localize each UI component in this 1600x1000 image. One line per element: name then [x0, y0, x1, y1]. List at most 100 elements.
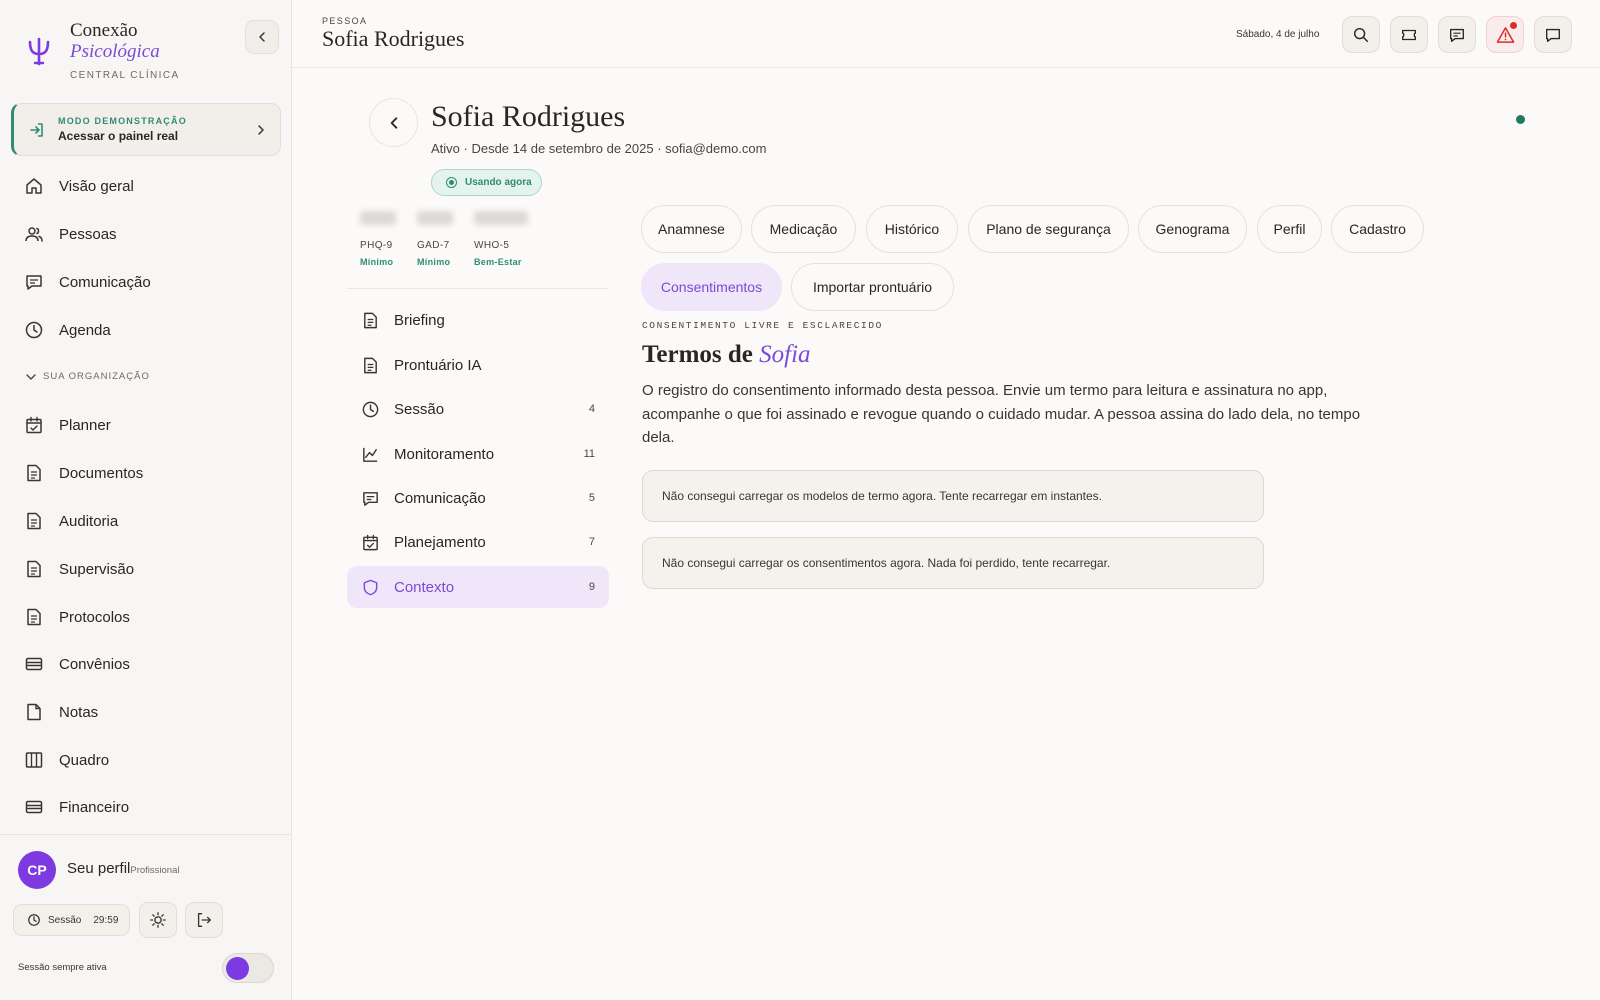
- score-name: PHQ-9: [360, 240, 393, 251]
- subnav-comunicacao[interactable]: Comunicação 5: [347, 477, 609, 519]
- page-title: Sofia Rodrigues: [322, 26, 465, 51]
- sidebar-item-visao-geral[interactable]: Visão geral: [24, 169, 274, 203]
- calendar-check-icon: [26, 416, 42, 434]
- profile-link[interactable]: Seu perfilProfissional: [67, 860, 179, 877]
- always-active-label: Sessão sempre ativa: [18, 962, 107, 973]
- avatar[interactable]: CP: [18, 851, 56, 889]
- alert-indicator: [1510, 22, 1517, 29]
- subnav-label: Briefing: [394, 311, 445, 329]
- section-description: O registro do consentimento informado de…: [642, 382, 1361, 446]
- tab-historico[interactable]: Histórico: [866, 205, 958, 253]
- back-button[interactable]: [369, 98, 418, 147]
- sidebar-item-label: Planner: [59, 416, 111, 434]
- sidebar-item-convenios[interactable]: Convênios: [24, 647, 274, 681]
- subnav-count: 4: [588, 403, 595, 415]
- profile-name: Seu perfil: [67, 860, 131, 877]
- chat-icon: [363, 491, 378, 506]
- sidebar-item-agenda[interactable]: Agenda: [24, 313, 274, 347]
- subnav-label: Sessão: [394, 400, 445, 418]
- chevron-right-icon: [258, 124, 264, 135]
- subnav-planejamento[interactable]: Planejamento 7: [347, 521, 609, 563]
- sidebar-item-label: Documentos: [59, 464, 144, 482]
- org-section-toggle[interactable]: SUA ORGANIZAÇÃO: [26, 371, 150, 382]
- session-timer[interactable]: Sessão 29:59: [13, 904, 130, 936]
- score-value-blurred: [474, 211, 528, 225]
- top-bar: PESSOA Sofia Rodrigues Sábado, 4 de julh…: [292, 0, 1600, 68]
- document-icon: [27, 464, 41, 482]
- sidebar-item-quadro[interactable]: Quadro: [24, 743, 274, 777]
- sidebar-item-label: Convênios: [59, 655, 130, 673]
- divider: [347, 288, 609, 289]
- page-kicker: PESSOA: [322, 16, 368, 26]
- always-active-toggle[interactable]: [222, 953, 274, 983]
- sidebar-item-planner[interactable]: Planner: [24, 408, 274, 442]
- tab-anamnese[interactable]: Anamnese: [641, 205, 742, 253]
- feedback-button[interactable]: [1534, 16, 1572, 53]
- sidebar-divider: [0, 834, 292, 835]
- subnav-prontuario-ia[interactable]: Prontuário IA: [347, 344, 609, 386]
- subnav-contexto[interactable]: Contexto 9: [347, 566, 609, 608]
- sidebar-item-financeiro[interactable]: Financeiro: [24, 790, 274, 824]
- document-icon: [364, 312, 377, 328]
- score-phq9[interactable]: PHQ-9 Mínimo: [360, 211, 396, 267]
- card-icon: [25, 657, 43, 671]
- sidebar: Conexão Psicológica CENTRAL CLÍNICA MODO…: [0, 0, 292, 1000]
- chat-icon: [1450, 28, 1464, 42]
- tab-cadastro[interactable]: Cadastro: [1331, 205, 1424, 253]
- subnav-label: Monitoramento: [394, 445, 495, 463]
- sidebar-item-label: Supervisão: [59, 560, 135, 578]
- subnav-label: Contexto: [394, 578, 455, 596]
- chevron-left-icon: [390, 116, 397, 129]
- tab-importar-prontuario[interactable]: Importar prontuário: [791, 263, 954, 311]
- brand-subtitle: CENTRAL CLÍNICA: [70, 70, 180, 81]
- sun-icon: [150, 912, 166, 928]
- tab-consentimentos[interactable]: Consentimentos: [641, 263, 782, 311]
- session-time: 29:59: [93, 914, 119, 926]
- org-section-label: SUA ORGANIZAÇÃO: [43, 371, 150, 382]
- score-who5[interactable]: WHO-5 Bem-Estar: [474, 211, 528, 267]
- subnav-count: 5: [588, 492, 595, 504]
- alerts-button[interactable]: [1486, 16, 1524, 53]
- person-meta: Ativo · Desde 14 de setembro de 2025 · s…: [431, 141, 767, 156]
- document-icon: [27, 560, 41, 578]
- sidebar-item-label: Protocolos: [59, 608, 130, 626]
- subnav-monitoramento[interactable]: Monitoramento 11: [347, 433, 609, 475]
- sidebar-item-auditoria[interactable]: Auditoria: [24, 504, 274, 538]
- sidebar-item-notas[interactable]: Notas: [24, 695, 274, 729]
- logout-button[interactable]: [185, 902, 223, 938]
- sidebar-item-documentos[interactable]: Documentos: [24, 456, 274, 490]
- sidebar-item-pessoas[interactable]: Pessoas: [24, 217, 274, 251]
- subnav-label: Planejamento: [394, 533, 486, 551]
- status-badge: Usando agora: [431, 169, 542, 196]
- theme-toggle-button[interactable]: [139, 902, 177, 938]
- score-level: Mínimo: [360, 257, 394, 267]
- subnav-briefing[interactable]: Briefing: [347, 299, 609, 341]
- note-icon: [27, 703, 41, 721]
- error-message-consents: Não consegui carregar os consentimentos …: [642, 537, 1264, 589]
- messages-button[interactable]: [1438, 16, 1476, 53]
- current-date: Sábado, 4 de julho: [1236, 29, 1320, 40]
- tab-perfil[interactable]: Perfil: [1257, 205, 1322, 253]
- ticket-button[interactable]: [1390, 16, 1428, 53]
- search-button[interactable]: [1342, 16, 1380, 53]
- profile-role: Profissional: [130, 865, 180, 876]
- radio-dot-icon: [446, 177, 457, 188]
- subnav-sessao[interactable]: Sessão 4: [347, 388, 609, 430]
- brand-name-italic: Psicológica: [70, 41, 160, 62]
- demo-mode-card[interactable]: MODO DEMONSTRAÇÃO Acessar o painel real: [11, 103, 281, 156]
- sidebar-item-comunicacao[interactable]: Comunicação: [24, 265, 274, 299]
- sidebar-item-supervisao[interactable]: Supervisão: [24, 552, 274, 586]
- brand[interactable]: Conexão Psicológica CENTRAL CLÍNICA: [26, 20, 180, 81]
- score-value-blurred: [417, 211, 453, 225]
- document-icon: [27, 608, 41, 626]
- collapse-sidebar-button[interactable]: [245, 20, 279, 54]
- score-gad7[interactable]: GAD-7 Mínimo: [417, 211, 453, 267]
- session-label: Sessão: [48, 914, 82, 926]
- score-level: Mínimo: [417, 257, 451, 267]
- clock-icon: [362, 401, 379, 417]
- tab-plano-de-seguranca[interactable]: Plano de segurança: [968, 205, 1129, 253]
- tab-genograma[interactable]: Genograma: [1138, 205, 1247, 253]
- score-name: GAD-7: [417, 240, 450, 251]
- tab-medicacao[interactable]: Medicação: [751, 205, 856, 253]
- sidebar-item-protocolos[interactable]: Protocolos: [24, 600, 274, 634]
